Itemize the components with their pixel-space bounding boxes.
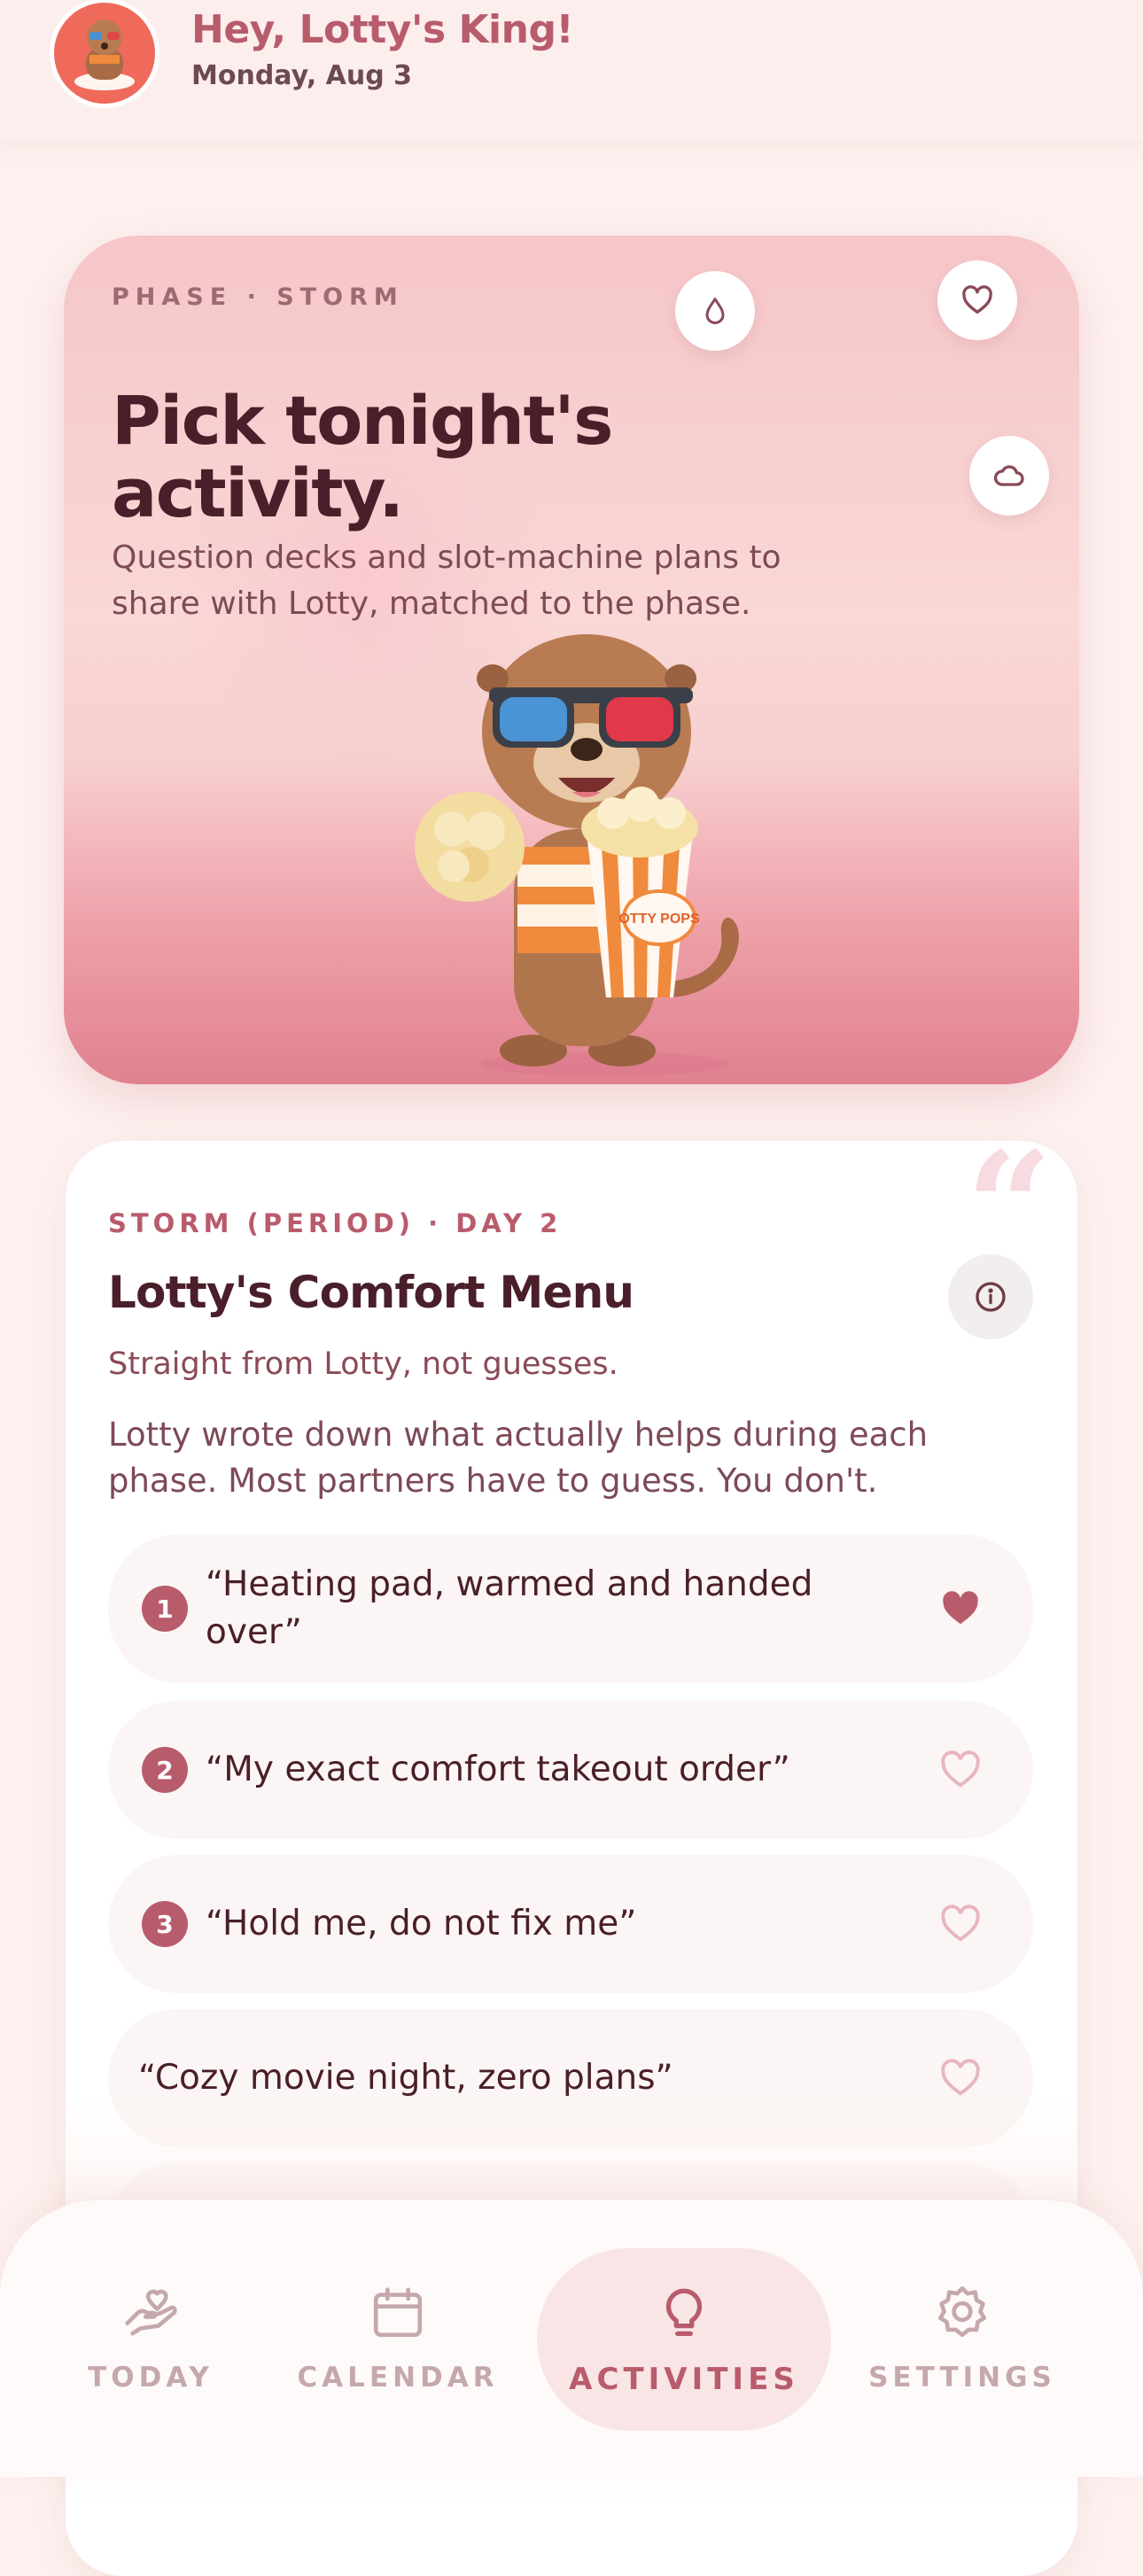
drop-button[interactable] bbox=[675, 271, 755, 351]
nav-label: TODAY bbox=[88, 2362, 214, 2394]
item-number: 3 bbox=[142, 1901, 188, 1947]
phase-day-eyebrow: STORM (PERIOD) · DAY 2 bbox=[108, 1208, 563, 1238]
date-text: Monday, Aug 3 bbox=[191, 60, 413, 91]
app-header: Hey, Lotty's King! Monday, Aug 3 bbox=[0, 0, 1143, 140]
cloud-button[interactable] bbox=[969, 436, 1049, 516]
nav-item-today[interactable]: TODAY bbox=[71, 2200, 230, 2477]
favorite-button[interactable] bbox=[937, 260, 1017, 340]
heart-outline-icon[interactable] bbox=[937, 1901, 984, 1947]
item-text: “Heating pad, warmed and handed over” bbox=[206, 1564, 813, 1652]
item-number: 2 bbox=[142, 1747, 188, 1793]
info-icon bbox=[976, 1282, 1006, 1312]
heart-icon bbox=[962, 285, 992, 314]
calendar-icon bbox=[373, 2287, 423, 2338]
comfort-item[interactable]: 3 “Hold me, do not fix me” bbox=[108, 1855, 1033, 1993]
bottom-nav: TODAY CALENDAR ACTIVITIES SETTINGS bbox=[0, 2200, 1143, 2477]
cloud-icon bbox=[993, 465, 1024, 486]
popcorn-bucket-label: OTTY POPS bbox=[618, 912, 700, 927]
nav-label: ACTIVITIES bbox=[569, 2362, 799, 2397]
item-number: 1 bbox=[142, 1586, 188, 1632]
phase-eyebrow: PHASE · STORM bbox=[112, 283, 404, 311]
otter-mascot-illustration: OTTY POPS bbox=[415, 634, 739, 1076]
hero-card[interactable]: PHASE · STORM Pick tonight's activity. Q… bbox=[64, 236, 1079, 1084]
drop-icon bbox=[705, 298, 725, 324]
avatar[interactable] bbox=[50, 0, 159, 108]
nav-label: CALENDAR bbox=[297, 2362, 499, 2394]
item-text: “My exact comfort takeout order” bbox=[206, 1750, 790, 1789]
hand-heart-icon bbox=[125, 2289, 177, 2336]
info-button[interactable] bbox=[948, 1254, 1033, 1339]
nav-item-calendar[interactable]: CALENDAR bbox=[297, 2200, 499, 2477]
nav-label: SETTINGS bbox=[868, 2362, 1056, 2394]
heart-outline-icon[interactable] bbox=[937, 1747, 984, 1793]
menu-title: Lotty's Comfort Menu bbox=[108, 1267, 634, 1318]
comfort-item[interactable]: 1 “Heating pad, warmed and handed over” bbox=[108, 1534, 1033, 1683]
greeting-text: Hey, Lotty's King! bbox=[191, 7, 574, 52]
gear-icon bbox=[937, 2285, 987, 2338]
hero-title: Pick tonight's activity. bbox=[112, 381, 613, 532]
menu-subtitle: Straight from Lotty, not guesses. bbox=[108, 1346, 618, 1382]
nav-item-settings[interactable]: SETTINGS bbox=[865, 2200, 1060, 2477]
menu-description: Lotty wrote down what actually helps dur… bbox=[108, 1416, 929, 1500]
otter-avatar-icon bbox=[74, 19, 135, 90]
nav-item-activities[interactable]: ACTIVITIES bbox=[537, 2200, 831, 2477]
item-text: “Hold me, do not fix me” bbox=[206, 1904, 637, 1944]
lightbulb-icon bbox=[665, 2288, 703, 2336]
heart-filled-icon[interactable] bbox=[937, 1586, 984, 1632]
comfort-item[interactable]: 2 “My exact comfort takeout order” bbox=[108, 1701, 1033, 1839]
